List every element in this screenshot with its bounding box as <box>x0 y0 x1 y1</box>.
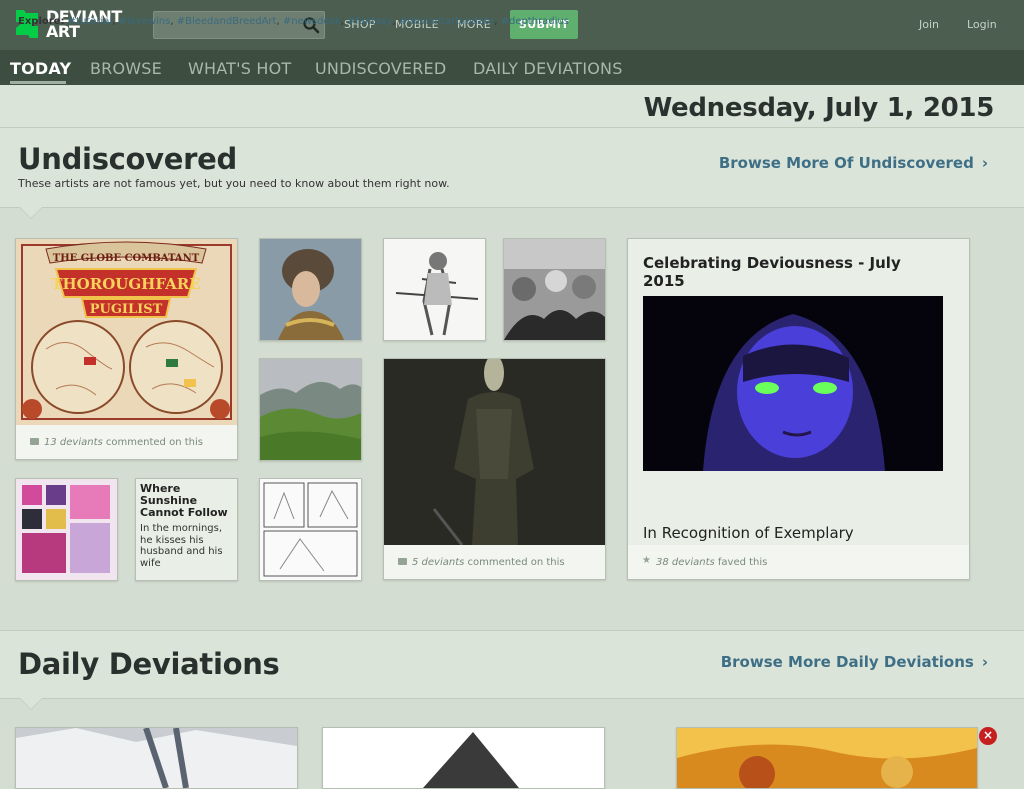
deviation-card-landscape[interactable] <box>259 358 362 461</box>
portrait-thumbnail <box>260 239 361 340</box>
sketch-thumbnail <box>384 239 485 340</box>
tab-whats-hot[interactable]: WHAT'S HOT <box>188 59 291 78</box>
featured-artwork-image <box>643 296 943 471</box>
deviation-card-warrior[interactable]: 5 deviants commented on this <box>383 358 606 580</box>
daily-deviation-card-2[interactable] <box>322 727 605 789</box>
comment-text: commented on this <box>105 437 203 448</box>
dark-shape-thumbnail <box>323 728 604 788</box>
section-tabs: TODAY BROWSE WHAT'S HOT UNDISCOVERED DAI… <box>0 50 1024 85</box>
tag-link[interactable]: #depthradius <box>501 16 569 27</box>
warrior-thumbnail <box>384 359 605 546</box>
tab-browse[interactable]: BROWSE <box>90 59 162 78</box>
daily-deviations-title: Daily Deviations <box>18 647 280 681</box>
undiscovered-title: Undiscovered <box>18 142 237 176</box>
comic-thumbnail <box>260 479 361 580</box>
join-link[interactable]: Join <box>919 18 939 31</box>
explore-label: Explore: <box>18 16 65 27</box>
card-footer: 13 deviants commented on this <box>16 425 237 459</box>
tag-link[interactable]: #lovewins <box>118 16 170 27</box>
fiery-thumbnail <box>677 728 977 788</box>
login-link[interactable]: Login <box>967 18 997 31</box>
star-icon: ★ <box>642 555 651 566</box>
comment-icon <box>30 438 39 445</box>
photo-thumbnail <box>504 239 605 340</box>
fave-count[interactable]: 38 deviants <box>656 557 715 568</box>
daily-deviation-card-3[interactable] <box>676 727 978 789</box>
tag-link[interactable]: #newsdesk <box>283 16 341 27</box>
literature-excerpt: In the mornings, he kisses his husband a… <box>140 523 223 569</box>
featured-subtitle: In Recognition of Exemplary <box>643 524 854 542</box>
tab-daily-deviations[interactable]: DAILY DEVIATIONS <box>473 59 623 78</box>
fave-meta: 38 deviants faved this <box>656 557 767 568</box>
comment-count[interactable]: 13 deviants <box>44 437 103 448</box>
undiscovered-header: Undiscovered These artists are not famou… <box>0 128 1024 219</box>
card-footer: 5 deviants commented on this <box>384 545 605 579</box>
browse-more-daily-label: Browse More Daily Deviations <box>720 653 974 671</box>
deviation-card-map[interactable]: THE GLOBE COMBATANT THOROUGHFARE PUGILIS… <box>15 238 238 460</box>
literature-title: Where Sunshine Cannot Follow <box>140 482 228 519</box>
deviation-card-sketch[interactable] <box>383 238 486 341</box>
section-caret <box>20 207 42 218</box>
tag-link[interactable]: #tutorial <box>68 16 112 27</box>
section-caret <box>20 698 42 709</box>
deviation-card-photo[interactable] <box>503 238 606 341</box>
tag-link[interactable]: #fantasy <box>347 16 393 27</box>
card-footer: ★ 38 deviants faved this <box>628 545 969 579</box>
chevron-right-icon: › <box>981 653 988 671</box>
close-icon[interactable]: × <box>979 727 997 745</box>
featured-title: Celebrating Deviousness - July 2015 <box>643 254 901 290</box>
chevron-right-icon: › <box>981 154 988 172</box>
featured-journal-card[interactable]: Celebrating Deviousness - July 2015 In R… <box>627 238 970 580</box>
fave-text: faved this <box>717 557 768 568</box>
tag-link[interactable]: #BleedandBreedArt <box>177 16 277 27</box>
explore-tags: Explore: #tutorial, #lovewins, #Bleedand… <box>18 16 569 27</box>
daily-deviation-card-1[interactable] <box>15 727 298 789</box>
comment-meta: 5 deviants commented on this <box>412 557 565 568</box>
poster-line-2: THOROUGHFARE <box>51 275 200 293</box>
waterfall-thumbnail <box>16 728 297 788</box>
comment-count[interactable]: 5 deviants <box>412 557 464 568</box>
deviation-card-literature[interactable]: Where Sunshine Cannot Follow In the morn… <box>135 478 238 581</box>
deviation-card-collage[interactable] <box>15 478 118 581</box>
tab-today[interactable]: TODAY <box>10 59 71 78</box>
browse-more-undiscovered-label: Browse More Of Undiscovered <box>718 154 974 172</box>
comment-text: commented on this <box>467 557 565 568</box>
undiscovered-subtitle: These artists are not famous yet, but yo… <box>18 177 450 190</box>
tag-link[interactable]: #deviantartupdate <box>399 16 494 27</box>
comment-meta: 13 deviants commented on this <box>44 437 203 448</box>
tab-undiscovered[interactable]: UNDISCOVERED <box>315 59 446 78</box>
active-tab-indicator <box>10 81 66 84</box>
deviation-card-comic[interactable] <box>259 478 362 581</box>
deviation-card-portrait[interactable] <box>259 238 362 341</box>
landscape-thumbnail <box>260 359 361 460</box>
collage-thumbnail <box>16 479 117 580</box>
page-date: Wednesday, July 1, 2015 <box>643 93 995 123</box>
map-poster-thumbnail: THE GLOBE COMBATANT THOROUGHFARE PUGILIS… <box>16 239 237 425</box>
poster-line-3: PUGILIST <box>90 302 163 317</box>
daily-deviations-header: Daily Deviations Browse More Daily Devia… <box>0 630 1024 710</box>
browse-more-undiscovered-link[interactable]: Browse More Of Undiscovered › <box>719 154 988 172</box>
comment-icon <box>398 558 407 565</box>
poster-line-1: THE GLOBE COMBATANT <box>53 253 200 264</box>
browse-more-daily-link[interactable]: Browse More Daily Deviations › <box>721 653 988 671</box>
